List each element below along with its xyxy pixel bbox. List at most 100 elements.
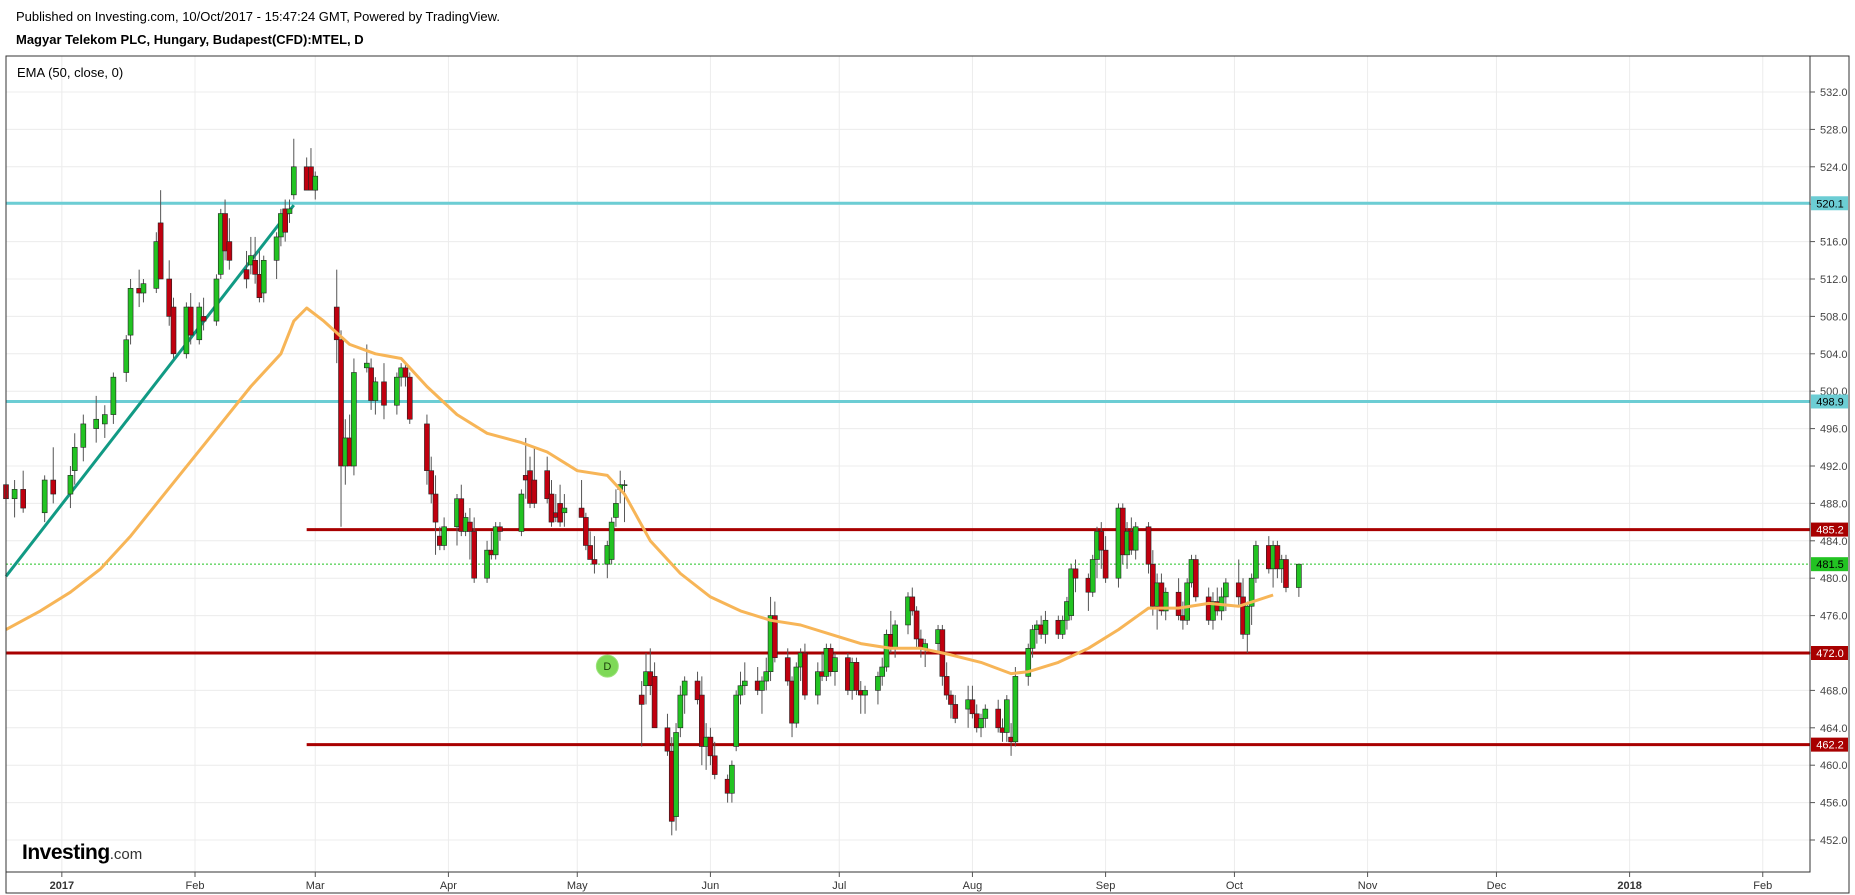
candle — [664, 713, 671, 756]
candle-body — [290, 166, 297, 196]
candle-body — [101, 414, 108, 425]
candle-body — [351, 372, 357, 467]
candle — [127, 279, 134, 345]
candle — [441, 517, 447, 551]
candle-body — [853, 662, 860, 691]
candle — [1184, 578, 1190, 625]
candle — [170, 297, 177, 359]
x-tick-label: Dec — [1487, 880, 1507, 892]
candle-body — [1059, 619, 1066, 635]
candle-body — [578, 507, 585, 518]
candle-body — [196, 306, 203, 341]
candle-body — [260, 259, 267, 294]
candle — [1244, 601, 1251, 653]
candle — [832, 653, 838, 686]
x-tick-label: 2017 — [50, 880, 74, 892]
x-tick-label: Apr — [440, 880, 457, 892]
candle-body — [952, 704, 959, 719]
candle — [381, 363, 387, 420]
candle-body — [784, 657, 791, 682]
candle — [613, 489, 619, 527]
candle — [394, 372, 400, 415]
candle-body — [982, 708, 989, 719]
candle-body — [50, 479, 57, 495]
candle-body — [583, 517, 589, 546]
candle-body — [1042, 619, 1049, 635]
x-tick-label: Mar — [306, 880, 325, 892]
candle-body — [226, 241, 233, 261]
candle — [1253, 540, 1259, 583]
level-badge-label: 520.1 — [1816, 198, 1844, 210]
plot-border — [5, 55, 1811, 873]
candle-body — [531, 479, 538, 504]
candle-body — [561, 507, 568, 514]
candle-body — [93, 418, 99, 429]
candle-body — [879, 666, 886, 677]
candle-body — [1244, 605, 1251, 635]
candle-body — [802, 652, 808, 696]
price-chart[interactable]: D 532.0528.0524.0520.0516.0512.0508.0504… — [0, 0, 1855, 895]
candle — [1132, 522, 1139, 560]
candle — [853, 657, 860, 696]
candle — [578, 480, 585, 518]
candle — [101, 405, 108, 438]
event-marker-label: D — [603, 661, 611, 673]
candle-body — [948, 694, 954, 705]
candle-body — [424, 423, 430, 471]
candle — [372, 377, 379, 415]
candle — [1296, 563, 1302, 597]
candle-body — [518, 493, 525, 532]
ema-layer — [5, 306, 1274, 676]
candle-body — [1072, 568, 1079, 579]
candle-body — [1102, 549, 1109, 579]
outer-frame — [5, 55, 1850, 894]
x-tick-label: Jun — [702, 880, 720, 892]
candle-body — [170, 306, 177, 355]
x-tick-label: 2018 — [1617, 880, 1641, 892]
candle-body — [1296, 563, 1302, 588]
candle-body — [1132, 526, 1139, 551]
ema-line — [5, 306, 1274, 676]
investing-logo[interactable]: Investing.com — [22, 841, 142, 865]
candle — [518, 489, 525, 537]
y-tick-label: 504.0 — [1820, 349, 1848, 361]
candle-body — [832, 657, 838, 672]
candle — [1089, 554, 1096, 597]
candle-body — [995, 708, 1002, 729]
x-tick-label: Feb — [186, 880, 205, 892]
candle — [484, 540, 490, 583]
x-tick-label: May — [567, 880, 588, 892]
candle-body — [441, 526, 447, 546]
y-tick-label: 512.0 — [1820, 274, 1848, 286]
logo-main: Investing — [22, 841, 110, 864]
y-tick-label: 476.0 — [1820, 611, 1848, 623]
x-tick-label: Oct — [1226, 880, 1243, 892]
candle-body — [1235, 582, 1242, 598]
candle — [733, 690, 739, 752]
candle — [80, 414, 87, 462]
price-axis: 532.0528.0524.0520.0516.0512.0508.0504.0… — [1810, 87, 1848, 847]
y-tick-label: 464.0 — [1820, 723, 1848, 735]
candle-body — [157, 222, 164, 280]
candle-body — [467, 521, 473, 532]
x-tick-label: Aug — [963, 880, 983, 892]
chart-frame — [5, 55, 1850, 894]
candle-body — [651, 676, 658, 729]
candle-body — [187, 306, 194, 336]
y-tick-label: 480.0 — [1820, 573, 1848, 585]
candle — [290, 138, 297, 200]
y-tick-label: 528.0 — [1820, 124, 1848, 136]
candle-body — [681, 680, 688, 696]
candle-body — [608, 521, 615, 560]
y-tick-label: 532.0 — [1820, 87, 1848, 99]
candle-body — [862, 690, 868, 696]
level-badge-label: 462.2 — [1816, 740, 1844, 752]
candle — [759, 676, 765, 714]
candle-body — [587, 545, 593, 560]
candle-body — [711, 755, 718, 775]
y-tick-label: 516.0 — [1820, 237, 1848, 249]
candle — [673, 723, 679, 831]
candle-body — [41, 479, 48, 514]
candle — [123, 335, 130, 382]
x-tick-label: Jul — [832, 880, 846, 892]
